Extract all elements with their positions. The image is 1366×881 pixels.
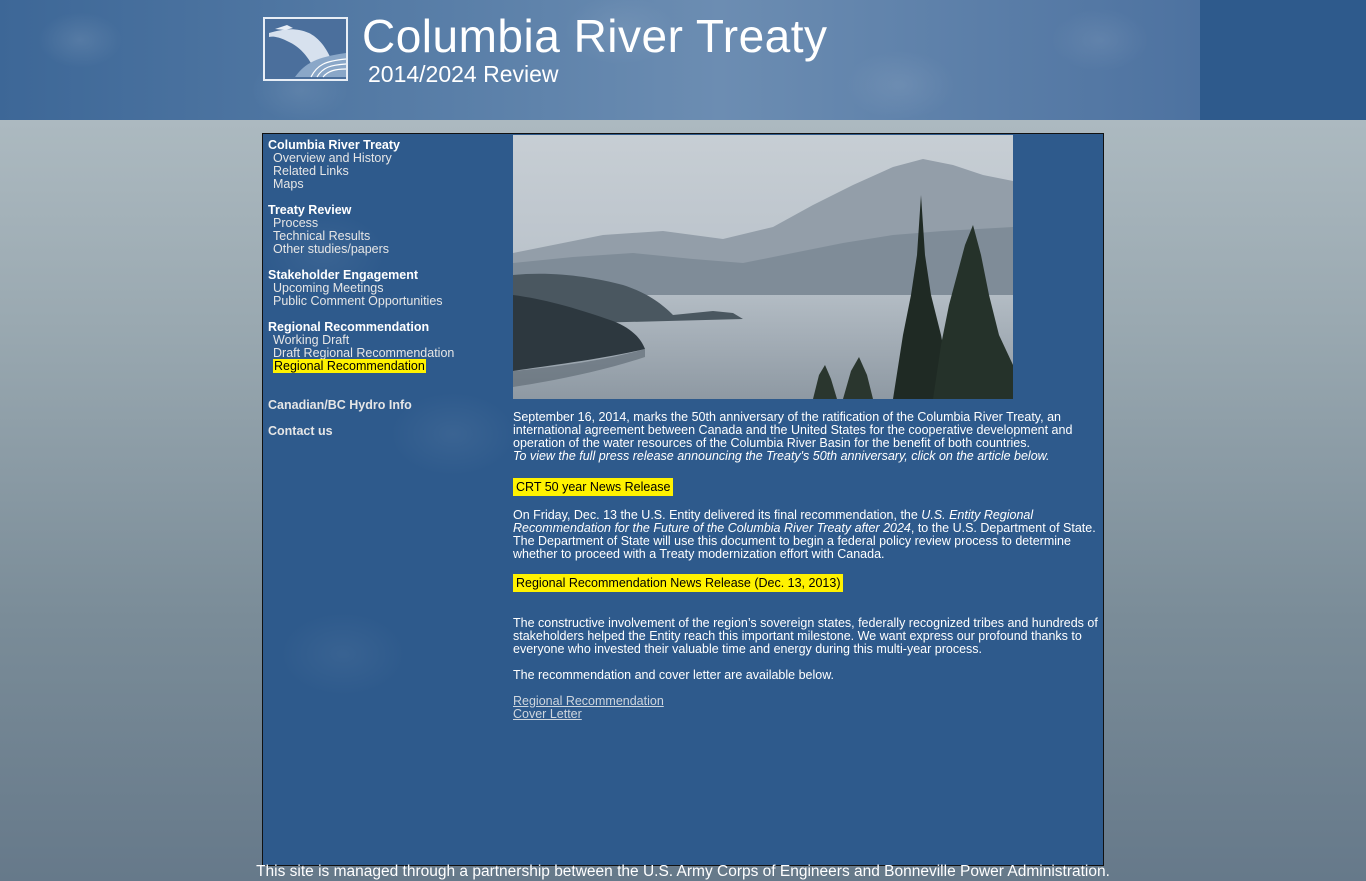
site-title: Columbia River Treaty — [362, 10, 828, 62]
landscape-illustration — [513, 135, 1013, 399]
nav-link-canadian-bc-hydro[interactable]: Canadian/BC Hydro Info — [268, 399, 412, 412]
available-below-paragraph: The recommendation and cover letter are … — [513, 668, 835, 682]
thanks-paragraph: The constructive involvement of the regi… — [513, 616, 1098, 656]
logo-graphic — [265, 19, 347, 79]
recommendation-text-a: On Friday, Dec. 13 the U.S. Entity deliv… — [513, 508, 922, 522]
nav-link-maps[interactable]: Maps — [273, 178, 400, 191]
crt-50-news-release-button[interactable]: CRT 50 year News Release — [513, 478, 674, 496]
main-frame: Columbia River Treaty Overview and Histo… — [262, 133, 1104, 866]
nav-group-treaty: Columbia River Treaty Overview and Histo… — [268, 139, 400, 191]
anniversary-paragraph: September 16, 2014, marks the 50th anniv… — [513, 411, 1098, 463]
main-content: September 16, 2014, marks the 50th anniv… — [513, 411, 1098, 721]
site-footer: This site is managed through a partnersh… — [256, 863, 1110, 880]
nav-group-stakeholder: Stakeholder Engagement Upcoming Meetings… — [268, 269, 443, 308]
site-subtitle: 2014/2024 Review — [368, 61, 559, 87]
regional-recommendation-doc-link[interactable]: Regional Recommendation — [513, 695, 1098, 708]
anniversary-text: September 16, 2014, marks the 50th anniv… — [513, 410, 1073, 450]
active-link-label: Regional Recommendation — [273, 359, 426, 373]
nav-group-recommendation: Regional Recommendation Working Draft Dr… — [268, 321, 454, 373]
nav-link-contact-us[interactable]: Contact us — [268, 425, 333, 438]
press-release-hint: To view the full press release announcin… — [513, 449, 1050, 463]
river-dam-logo-icon[interactable] — [263, 17, 348, 81]
regional-recommendation-news-release-button[interactable]: Regional Recommendation News Release (De… — [513, 574, 844, 592]
site-header: Columbia River Treaty 2014/2024 Review — [0, 0, 1366, 120]
nav-link-regional-recommendation-active[interactable]: Regional Recommendation — [273, 359, 454, 373]
nav-link-other-studies[interactable]: Other studies/papers — [273, 243, 389, 256]
lake-mountain-photo — [513, 135, 1013, 399]
sidebar-nav: Columbia River Treaty Overview and Histo… — [263, 134, 513, 865]
cover-letter-doc-link[interactable]: Cover Letter — [513, 708, 1098, 721]
recommendation-paragraph: On Friday, Dec. 13 the U.S. Entity deliv… — [513, 509, 1098, 561]
nav-link-public-comment[interactable]: Public Comment Opportunities — [273, 295, 443, 308]
nav-group-review: Treaty Review Process Technical Results … — [268, 204, 389, 256]
